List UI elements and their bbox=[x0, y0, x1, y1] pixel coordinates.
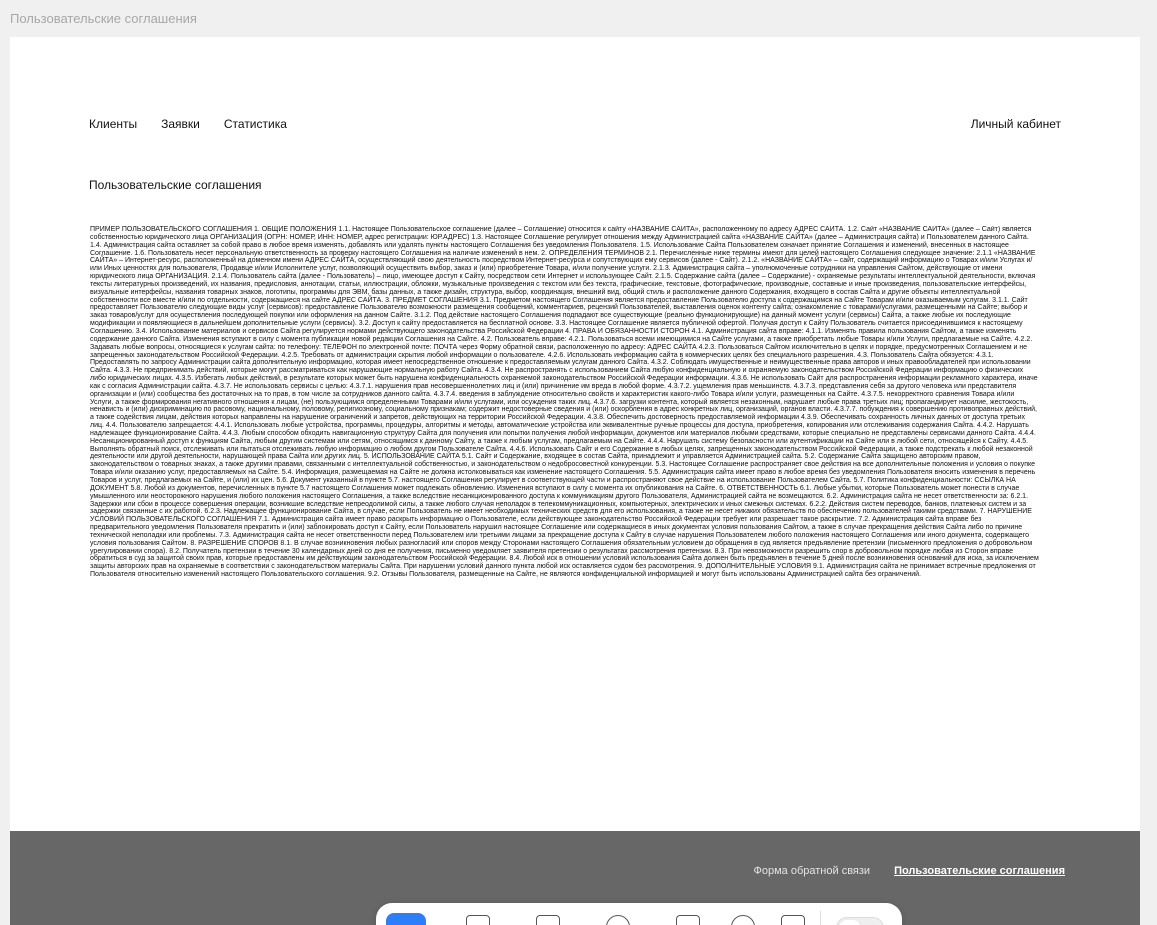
top-navigation: Клиенты Заявки Статистика Личный кабинет bbox=[89, 116, 1061, 132]
plugins-tool-icon[interactable] bbox=[781, 915, 805, 925]
comment-tool-icon[interactable] bbox=[731, 915, 755, 925]
frame-title: Пользовательские соглашения bbox=[10, 11, 197, 26]
toggle-knob bbox=[839, 920, 861, 925]
cursor-tool-button[interactable] bbox=[386, 913, 426, 925]
pen-tool-icon[interactable] bbox=[606, 915, 630, 925]
nav-item-statistics[interactable]: Статистика bbox=[224, 117, 287, 131]
account-link[interactable]: Личный кабинет bbox=[971, 117, 1061, 131]
nav-item-clients[interactable]: Клиенты bbox=[89, 117, 137, 131]
footer-link-agreements[interactable]: Пользовательские соглашения bbox=[894, 865, 1065, 877]
frame-tool-icon[interactable] bbox=[466, 915, 490, 925]
agreement-text: ПРИМЕР ПОЛЬЗОВАТЕЛЬСКОГО СОГЛАШЕНИЯ 1. О… bbox=[90, 226, 1039, 579]
page-title: Пользовательские соглашения bbox=[89, 178, 262, 192]
footer-link-feedback[interactable]: Форма обратной связи bbox=[754, 865, 871, 877]
bottom-dock-toolbar bbox=[376, 903, 902, 925]
dock-divider bbox=[820, 911, 821, 925]
text-tool-icon[interactable] bbox=[676, 915, 700, 925]
footer-links: Форма обратной связи Пользовательские со… bbox=[730, 865, 1065, 877]
nav-item-requests[interactable]: Заявки bbox=[161, 117, 200, 131]
page-canvas: Клиенты Заявки Статистика Личный кабинет… bbox=[10, 37, 1140, 925]
dev-mode-toggle[interactable] bbox=[836, 917, 884, 925]
rectangle-tool-icon[interactable] bbox=[536, 915, 560, 925]
